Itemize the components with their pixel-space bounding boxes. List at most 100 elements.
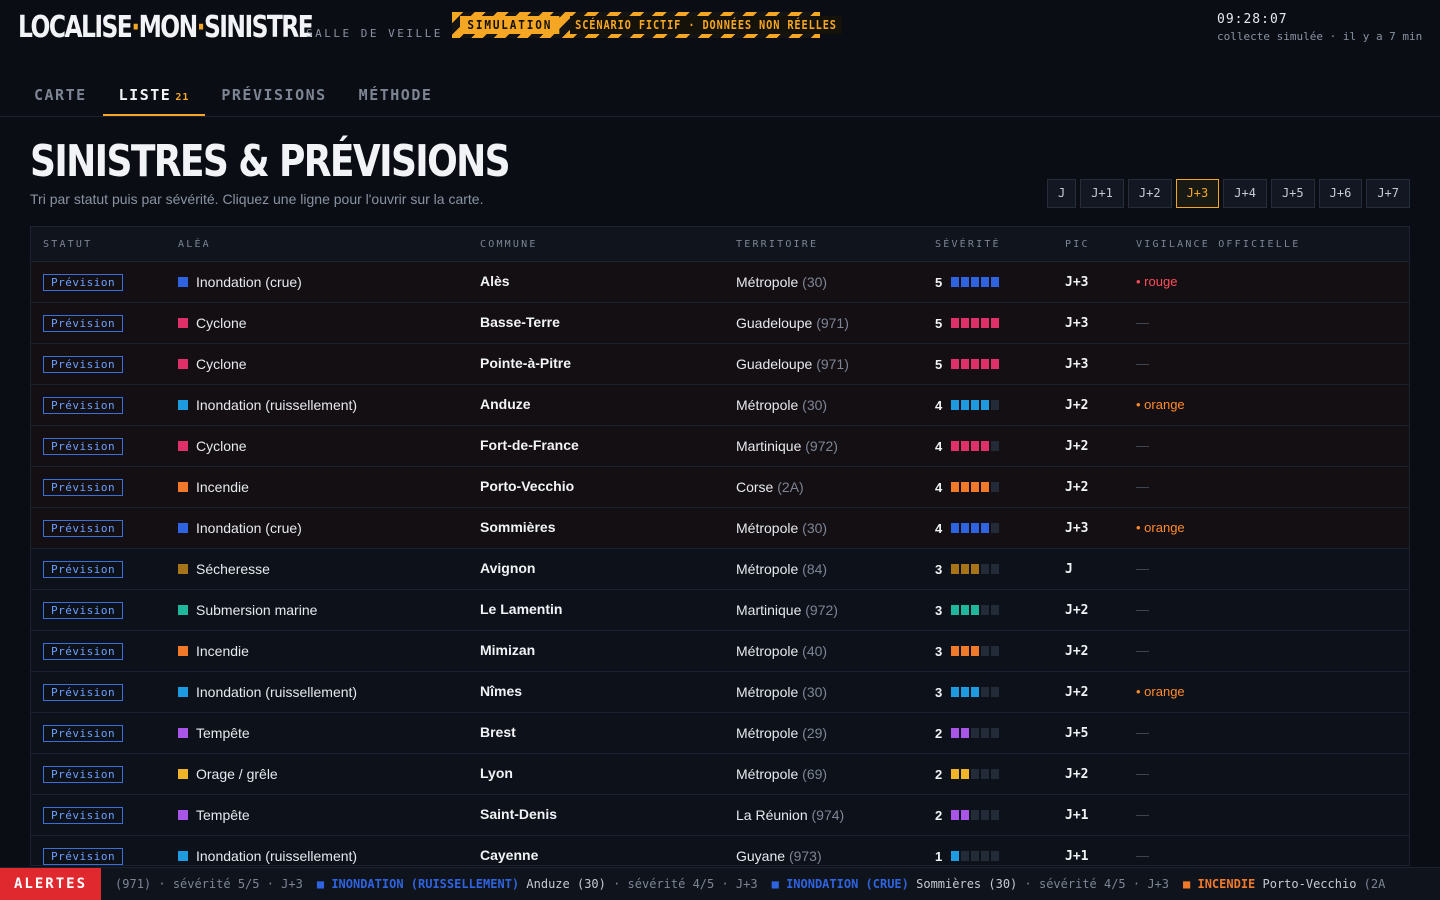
col-commune[interactable]: COMMUNE xyxy=(480,239,736,250)
table-row[interactable]: Prévision Inondation (ruissellement) Cayen… xyxy=(31,836,1409,865)
commune-name: Mimizan xyxy=(480,642,536,658)
severity-segment xyxy=(981,277,989,287)
day-button-jplus7[interactable]: J+7 xyxy=(1366,179,1410,208)
hazard-label: Incendie xyxy=(196,479,249,495)
tab-methode[interactable]: MÉTHODE xyxy=(343,76,449,116)
day-button-j[interactable]: J xyxy=(1046,179,1077,208)
col-severite[interactable]: SÉVÉRITÉ xyxy=(935,239,1065,250)
vigilance-level: — xyxy=(1136,438,1149,453)
table-row[interactable]: Prévision Inondation (ruissellement) Anduz… xyxy=(31,385,1409,426)
day-button-jplus2[interactable]: J+2 xyxy=(1127,179,1172,208)
tab-label: MÉTHODE xyxy=(358,86,433,104)
hazard-color-icon xyxy=(178,523,188,533)
severity-value: 3 xyxy=(935,643,943,659)
tab-liste[interactable]: LISTE 21 xyxy=(102,76,206,116)
hazard-color-icon xyxy=(178,482,188,492)
severity-segment xyxy=(971,441,979,451)
territory-name: Métropole xyxy=(736,684,799,700)
table-row[interactable]: Prévision Cyclone Basse-Terre Guadeloupe (9… xyxy=(31,303,1409,344)
severity-segment xyxy=(951,728,959,738)
commune-name: Sommières xyxy=(480,519,556,535)
commune-name: Avignon xyxy=(480,560,536,576)
logo-part: MON xyxy=(138,10,199,45)
severity-segment xyxy=(951,605,959,615)
status-badge: Prévision xyxy=(43,397,124,414)
col-statut[interactable]: STATUT xyxy=(31,239,178,250)
peak-day: J xyxy=(1065,562,1073,577)
severity-segment xyxy=(991,769,999,779)
table-row[interactable]: Prévision Tempête Saint-Denis La Réunion (9… xyxy=(31,795,1409,836)
table-row[interactable]: Prévision Incendie Mimizan Métropole (40) 3 J… xyxy=(31,631,1409,672)
day-button-jplus4[interactable]: J+4 xyxy=(1223,179,1267,208)
table-row[interactable]: Prévision Cyclone Fort-de-France Martinique… xyxy=(31,426,1409,467)
severity-segment xyxy=(961,277,969,287)
alerts-label[interactable]: ALERTES xyxy=(0,868,102,900)
table-row[interactable]: Prévision Incendie Porto-Vecchio Corse (2A)… xyxy=(31,467,1409,508)
ticker-item[interactable]: ■ INCENDIE Porto-Vecchio (2A xyxy=(1183,877,1385,891)
severity-value: 5 xyxy=(935,315,943,331)
commune-name: Pointe-à-Pitre xyxy=(480,355,572,371)
table-row[interactable]: Prévision Inondation (crue) Alès Métropole … xyxy=(31,262,1409,303)
app-logo[interactable]: LOCALISE·MON·SINISTRE xyxy=(18,10,314,45)
status-badge: Prévision xyxy=(43,356,124,373)
table-row[interactable]: Prévision Sécheresse Avignon Métropole (84)… xyxy=(31,549,1409,590)
territory-name: Métropole xyxy=(736,274,799,290)
severity-segment xyxy=(951,359,959,369)
territory-name: Métropole xyxy=(736,520,799,536)
day-button-jplus5[interactable]: J+5 xyxy=(1270,179,1315,208)
col-territoire[interactable]: TERRITOIRE xyxy=(736,239,935,250)
tab-previsions[interactable]: PRÉVISIONS xyxy=(205,76,342,116)
hazard-label: Orage / grêle xyxy=(196,766,278,782)
clock-panel: 09:28:07 collecte simulée · il y a 7 min xyxy=(1217,12,1422,43)
severity-segment xyxy=(981,769,989,779)
severity-segment xyxy=(991,318,999,328)
severity-segment xyxy=(971,400,979,410)
tab-label: CARTE xyxy=(34,86,87,104)
territory-code: (40) xyxy=(802,643,828,659)
hazard-color-icon xyxy=(178,851,188,861)
peak-day: J+2 xyxy=(1065,644,1089,659)
table-row[interactable]: Prévision Submersion marine Le Lamentin Mar… xyxy=(31,590,1409,631)
table-row[interactable]: Prévision Tempête Brest Métropole (29) 2 J+5 — xyxy=(31,713,1409,754)
ticker-item[interactable]: ■ INONDATION (CRUE) Sommières (30) · sév… xyxy=(772,877,1169,891)
status-badge: Prévision xyxy=(43,684,124,701)
col-vigilance[interactable]: VIGILANCE OFFICIELLE xyxy=(1136,239,1409,250)
severity-segment xyxy=(991,441,999,451)
commune-name: Porto-Vecchio xyxy=(480,478,575,494)
severity-value: 3 xyxy=(935,602,943,618)
severity-segment xyxy=(961,400,969,410)
day-button-jplus1[interactable]: J+1 xyxy=(1080,179,1124,208)
severity-segment xyxy=(971,523,979,533)
day-selector: J J+1 J+2 J+3 J+4 J+5 J+6 J+7 xyxy=(1046,179,1410,208)
table-row[interactable]: Prévision Cyclone Pointe-à-Pitre Guadeloupe… xyxy=(31,344,1409,385)
day-button-jplus6[interactable]: J+6 xyxy=(1318,179,1363,208)
severity-segment xyxy=(981,564,989,574)
vigilance-level: — xyxy=(1136,602,1149,617)
severity-segment xyxy=(971,687,979,697)
col-pic[interactable]: PIC xyxy=(1065,239,1136,250)
severity-segment xyxy=(961,359,969,369)
day-button-jplus3[interactable]: J+3 xyxy=(1175,179,1220,208)
peak-day: J+1 xyxy=(1065,849,1089,864)
peak-day: J+1 xyxy=(1065,808,1089,823)
ticker-hazard: INONDATION (CRUE) xyxy=(786,877,909,891)
territory-name: Martinique xyxy=(736,602,802,618)
severity-bar xyxy=(951,441,999,451)
severity-bar xyxy=(951,564,999,574)
col-alea[interactable]: ALÉA xyxy=(178,239,480,250)
table-row[interactable]: Prévision Inondation (crue) Sommières Métro… xyxy=(31,508,1409,549)
table-row[interactable]: Prévision Inondation (ruissellement) Nîmes… xyxy=(31,672,1409,713)
commune-name: Saint-Denis xyxy=(480,806,558,822)
ticker-item[interactable]: (971) · sévérité 5/5 · J+3 xyxy=(115,877,303,891)
territory-code: (84) xyxy=(802,561,828,577)
hazard-label: Tempête xyxy=(196,725,250,741)
collect-status: collecte simulée · il y a 7 min xyxy=(1217,30,1423,43)
severity-segment xyxy=(991,277,999,287)
severity-value: 4 xyxy=(935,520,943,536)
tab-carte[interactable]: CARTE xyxy=(18,76,103,116)
commune-name: Le Lamentin xyxy=(480,601,563,617)
table-row[interactable]: Prévision Orage / grêle Lyon Métropole (69)… xyxy=(31,754,1409,795)
ticker-item[interactable]: ■ INONDATION (RUISSELLEMENT) Anduze (30)… xyxy=(317,877,758,891)
severity-bar xyxy=(951,728,999,738)
table-body: Prévision Inondation (crue) Alès Métropole … xyxy=(31,262,1409,865)
